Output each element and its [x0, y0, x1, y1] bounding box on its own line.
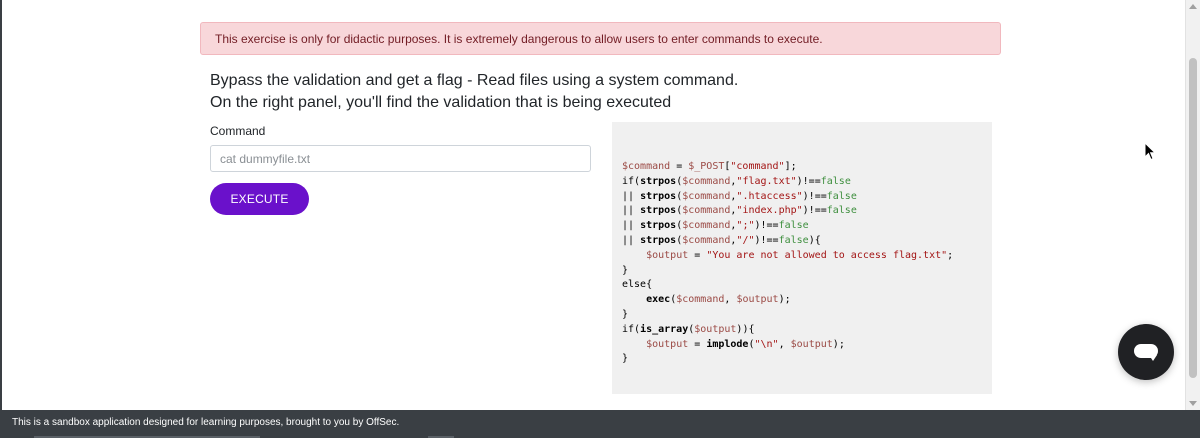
chat-button[interactable]: [1118, 324, 1174, 380]
code-token: is_array: [640, 323, 689, 335]
code-token: ||: [622, 205, 641, 217]
code-line: else{: [622, 278, 982, 293]
code-token: ;: [947, 249, 954, 261]
code-token: );: [778, 294, 791, 306]
code-token: strpos: [640, 205, 677, 217]
command-label: Command: [210, 124, 266, 138]
code-line: || strpos($command,".htaccess")!==false: [622, 190, 982, 205]
code-line: exec($command, $output);: [622, 293, 982, 308]
code-token: if(: [622, 323, 641, 335]
code-line: if(strpos($command,"flag.txt")!==false: [622, 175, 982, 190]
code-line: }: [622, 264, 982, 279]
code-token: false: [826, 190, 857, 202]
code-token: "/": [736, 234, 755, 246]
code-token: $command: [676, 294, 725, 306]
warning-alert: This exercise is only for didactic purpo…: [200, 22, 1001, 55]
code-token: )!==: [796, 175, 821, 187]
code-line: if(is_array($output)){: [622, 323, 982, 338]
code-token: )!==: [754, 220, 779, 232]
code-token: )!==: [754, 234, 779, 246]
code-token: }: [622, 353, 629, 365]
code-token: exec: [646, 294, 671, 306]
execute-button[interactable]: EXECUTE: [210, 183, 309, 215]
code-token: false: [778, 234, 809, 246]
code-token: false: [826, 205, 857, 217]
scrollbar-thumb[interactable]: [1189, 58, 1197, 378]
code-token: ||: [622, 234, 641, 246]
code-token: "index.php": [736, 205, 803, 217]
code-token: $command: [682, 175, 731, 187]
scroll-down-icon[interactable]: [1189, 401, 1197, 406]
code-token: )!==: [802, 190, 827, 202]
code-token: strpos: [640, 175, 677, 187]
code-token: =: [688, 249, 707, 261]
code-token: ,: [778, 338, 791, 350]
code-line: || strpos($command,"index.php")!==false: [622, 204, 982, 219]
validation-code-panel: $command = $_POST["command"]; if(strpos($…: [612, 122, 992, 394]
vertical-scrollbar[interactable]: [1185, 0, 1200, 410]
code-token: $output: [694, 323, 737, 335]
code-line: || strpos($command,"/")!==false){: [622, 234, 982, 249]
intro-line-2: On the right panel, you'll find the vali…: [210, 94, 672, 111]
code-token: else{: [622, 279, 653, 291]
command-input[interactable]: [210, 145, 591, 172]
code-line: $output = "You are not allowed to access…: [622, 249, 982, 264]
code-token: $command: [682, 205, 731, 217]
code-token: ];: [784, 161, 797, 172]
code-token: $output: [646, 338, 689, 350]
code-token: }: [622, 308, 629, 320]
code-token: "flag.txt": [736, 175, 797, 187]
code-token: $output: [736, 294, 779, 306]
code-token: ".htaccess": [736, 190, 803, 202]
code-token: "You are not allowed to access flag.txt": [706, 249, 948, 261]
code-token: $command: [682, 190, 731, 202]
code-token: false: [820, 175, 851, 187]
code-token: $output: [646, 249, 689, 261]
code-token: ,: [724, 294, 737, 306]
code-line: $command = $_POST["command"];: [622, 160, 982, 175]
code-token: =: [688, 338, 707, 350]
code-token: ";": [736, 220, 755, 232]
code-token: $command: [682, 234, 731, 246]
intro-line-1: Bypass the validation and get a flag - R…: [210, 72, 739, 89]
code-token: }: [622, 264, 629, 276]
code-token: $command: [622, 161, 671, 172]
code-token: );: [832, 338, 845, 350]
code-token: =: [670, 161, 689, 172]
code-token: "command": [730, 161, 785, 172]
page-left-border: [0, 0, 2, 410]
code-token: strpos: [640, 190, 677, 202]
warning-alert-text: This exercise is only for didactic purpo…: [215, 32, 823, 46]
scroll-up-icon[interactable]: [1189, 4, 1197, 9]
code-token: ){: [808, 234, 821, 246]
mouse-pointer-icon: [1144, 141, 1157, 167]
sandbox-footer: This is a sandbox application designed f…: [0, 410, 1200, 438]
code-line: || strpos($command,";")!==false: [622, 219, 982, 234]
exercise-intro: Bypass the validation and get a flag - R…: [210, 70, 738, 114]
code-token: "\n": [754, 338, 779, 350]
code-token: )!==: [802, 205, 827, 217]
code-token: strpos: [640, 220, 677, 232]
code-token: $command: [682, 220, 731, 232]
code-token: implode: [706, 338, 749, 350]
footer-text: This is a sandbox application designed f…: [12, 417, 400, 428]
code-line: }: [622, 308, 982, 323]
code-token: ||: [622, 220, 641, 232]
code-token: ||: [622, 190, 641, 202]
code-token: if(: [622, 175, 641, 187]
code-token: )){: [736, 323, 755, 335]
code-line: $output = implode("\n", $output);: [622, 338, 982, 353]
code-token: $_POST: [688, 161, 725, 172]
code-token: false: [778, 220, 809, 232]
code-line: }: [622, 352, 982, 367]
code-token: $output: [790, 338, 833, 350]
code-token: strpos: [640, 234, 677, 246]
